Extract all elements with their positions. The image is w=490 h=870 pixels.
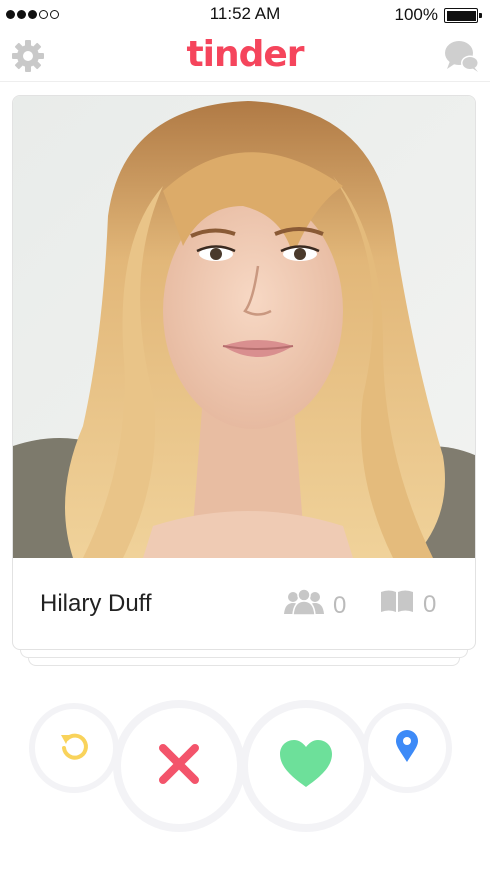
heart-icon	[278, 739, 334, 794]
common-interests-count: 0	[423, 590, 437, 618]
location-pin-icon	[394, 729, 420, 768]
common-friends-count: 0	[333, 591, 347, 619]
profile-photo[interactable]	[13, 96, 475, 558]
battery-percent: 100%	[394, 5, 438, 24]
common-interests: 0	[379, 588, 436, 621]
rewind-button[interactable]	[29, 703, 119, 793]
people-icon	[283, 588, 325, 623]
app-header: tinder	[0, 30, 490, 82]
battery-icon	[444, 8, 482, 23]
common-friends: 0	[283, 588, 346, 623]
like-button[interactable]	[240, 700, 372, 832]
location-button[interactable]	[362, 703, 452, 793]
nope-button[interactable]	[113, 700, 245, 832]
book-icon	[379, 588, 415, 621]
tinder-logo: tinder	[186, 34, 304, 75]
profile-name: Hilary Duff	[40, 590, 152, 617]
rewind-icon	[57, 729, 91, 768]
status-bar: 11:52 AM 100%	[0, 0, 490, 30]
profile-card[interactable]: Hilary Duff 0 0	[12, 95, 476, 650]
chat-bubbles-icon[interactable]	[442, 36, 482, 76]
x-icon	[156, 741, 202, 792]
profile-info: Hilary Duff 0 0	[13, 558, 475, 649]
